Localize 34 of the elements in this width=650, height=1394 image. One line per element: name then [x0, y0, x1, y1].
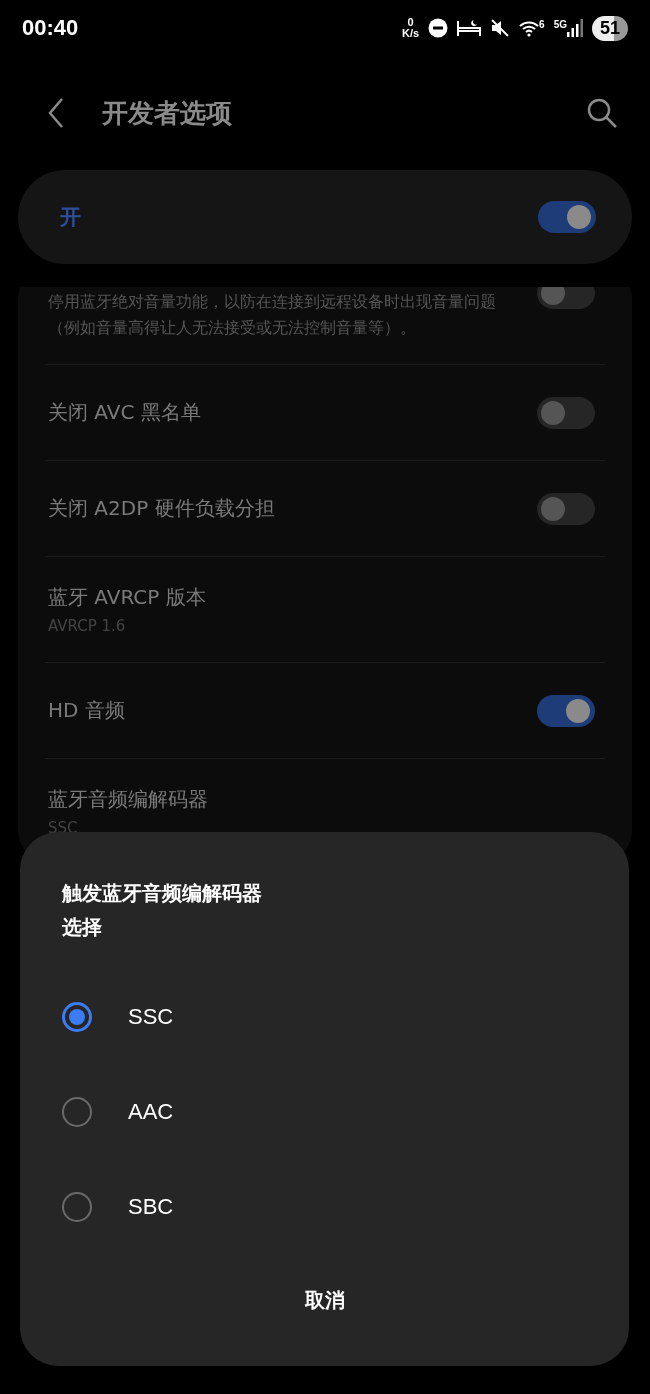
setting-title: 蓝牙音频编解码器	[48, 786, 208, 813]
network-type-label: 5G	[553, 19, 567, 30]
setting-title: 蓝牙 AVRCP 版本	[48, 584, 206, 611]
setting-value: AVRCP 1.6	[48, 617, 127, 635]
bed-icon	[457, 19, 482, 37]
master-switch-label: 开	[60, 204, 81, 231]
battery-indicator: 51	[591, 15, 628, 41]
dialog-title: 触发蓝牙音频编解码器选择	[62, 880, 263, 941]
setting-toggle[interactable]	[537, 694, 595, 727]
radio-button[interactable]	[62, 1001, 92, 1032]
cancel-button[interactable]: 取消	[292, 1281, 357, 1320]
signal-icon	[566, 19, 583, 37]
master-toggle[interactable]	[538, 201, 596, 233]
radio-option[interactable]: SSC	[62, 969, 629, 1064]
setting-description: 停用蓝牙绝对音量功能，以防在连接到远程设备时出现音量问题（例如音量高得让人无法接受或无法控制音量等）。	[48, 291, 497, 339]
net-speed-value: 0	[407, 17, 414, 28]
setting-title: 关闭 A2DP 硬件负载分担	[48, 495, 275, 522]
clock: 00:40	[22, 15, 79, 41]
do-not-disturb-icon	[428, 18, 449, 38]
radio-option[interactable]: AAC	[62, 1064, 629, 1159]
setting-toggle[interactable]	[537, 492, 595, 525]
radio-button[interactable]	[62, 1096, 92, 1127]
setting-title: 关闭 AVC 黑名单	[48, 399, 201, 426]
radio-button[interactable]	[62, 1191, 92, 1222]
setting-title: HD 音频	[48, 697, 125, 724]
wifi-icon	[519, 19, 540, 37]
muted-speaker-icon	[490, 18, 511, 38]
search-icon	[586, 97, 618, 129]
page-title: 开发者选项	[102, 96, 233, 130]
back-icon	[48, 98, 64, 128]
setting-toggle[interactable]	[537, 396, 595, 429]
wifi-standard-label: 6	[539, 19, 545, 30]
net-speed-unit: K/s	[401, 28, 420, 39]
radio-option[interactable]: SBC	[62, 1159, 629, 1254]
